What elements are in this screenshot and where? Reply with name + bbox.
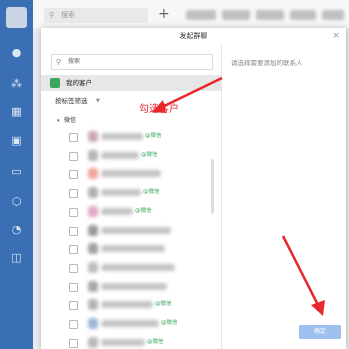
arrow-to-list-head (152, 100, 166, 113)
arrow-to-list (159, 76, 223, 110)
arrow-to-button (281, 235, 320, 306)
annotation-arrows (152, 76, 325, 316)
